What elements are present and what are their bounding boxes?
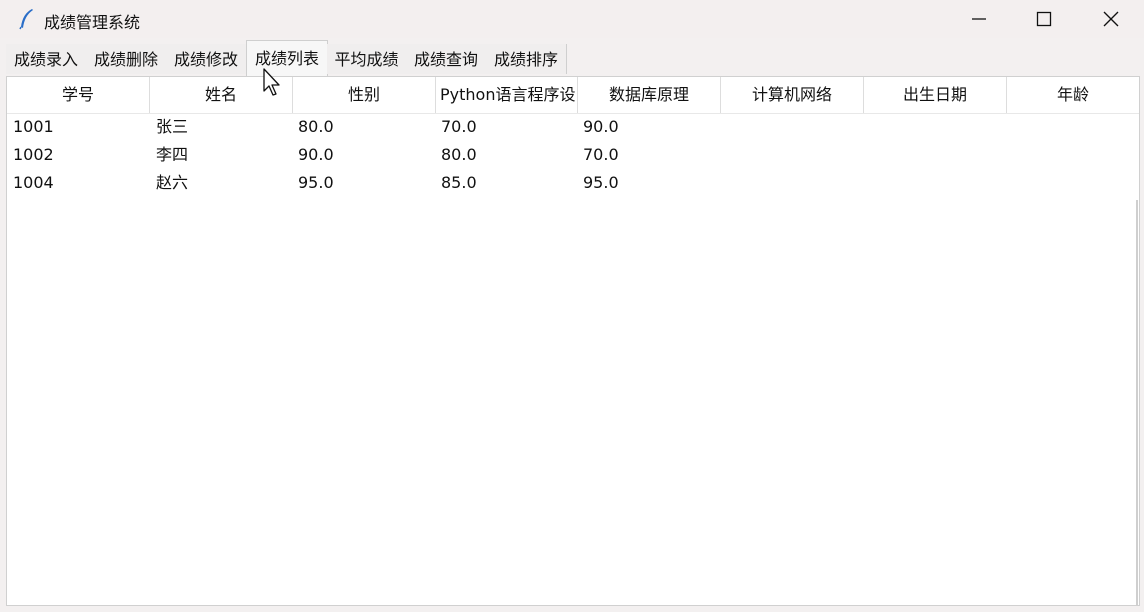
cell-python: 85.0 (441, 173, 477, 192)
tab-entry[interactable]: 成绩录入 (6, 44, 87, 74)
tab-delete[interactable]: 成绩删除 (86, 44, 167, 74)
column-header-network[interactable]: 计算机网络 (721, 77, 864, 113)
cell-database: 95.0 (583, 173, 619, 192)
column-header-student-id[interactable]: 学号 (7, 77, 150, 113)
vertical-scrollbar[interactable] (1136, 200, 1138, 606)
close-icon (1103, 11, 1119, 27)
minimize-button[interactable] (946, 0, 1012, 38)
tab-average[interactable]: 平均成绩 (327, 44, 407, 74)
cell-gender: 90.0 (298, 145, 334, 164)
tab-sort[interactable]: 成绩排序 (486, 44, 567, 74)
column-header-birthdate[interactable]: 出生日期 (864, 77, 1007, 113)
maximize-button[interactable] (1011, 0, 1077, 38)
close-button[interactable] (1078, 0, 1144, 38)
cell-python: 70.0 (441, 117, 477, 136)
tab-bar: 成绩录入 成绩删除 成绩修改 成绩列表 平均成绩 成绩查询 成绩排序 (6, 40, 1140, 76)
feather-icon (19, 9, 33, 30)
table-row[interactable]: 1004 赵六 95.0 85.0 95.0 (7, 169, 1139, 197)
tab-modify[interactable]: 成绩修改 (166, 44, 247, 74)
cell-database: 70.0 (583, 145, 619, 164)
minimize-icon (972, 18, 986, 20)
score-list-panel: 学号 姓名 性别 Python语言程序设 数据库原理 计算机网络 出生日期 年龄… (6, 76, 1140, 606)
table-row[interactable]: 1001 张三 80.0 70.0 90.0 (7, 113, 1139, 141)
tab-query[interactable]: 成绩查询 (406, 44, 487, 74)
cell-student-id: 1004 (13, 173, 54, 192)
mouse-cursor-icon (263, 68, 280, 96)
cell-student-id: 1002 (13, 145, 54, 164)
cell-gender: 95.0 (298, 173, 334, 192)
cell-database: 90.0 (583, 117, 619, 136)
table-row[interactable]: 1002 李四 90.0 80.0 70.0 (7, 141, 1139, 169)
column-header-python[interactable]: Python语言程序设 (436, 77, 578, 113)
tab-list[interactable]: 成绩列表 (246, 40, 328, 76)
title-bar: 成绩管理系统 (0, 0, 1144, 38)
window-title: 成绩管理系统 (44, 13, 141, 32)
maximize-icon (1036, 11, 1052, 27)
cell-name: 李四 (156, 145, 189, 164)
column-header-database[interactable]: 数据库原理 (578, 77, 721, 113)
cell-student-id: 1001 (13, 117, 54, 136)
cell-gender: 80.0 (298, 117, 334, 136)
column-header-age[interactable]: 年龄 (1007, 77, 1139, 113)
table-header: 学号 姓名 性别 Python语言程序设 数据库原理 计算机网络 出生日期 年龄 (7, 77, 1139, 114)
column-header-gender[interactable]: 性别 (293, 77, 436, 113)
cell-name: 赵六 (156, 173, 189, 192)
cell-python: 80.0 (441, 145, 477, 164)
cell-name: 张三 (156, 117, 189, 136)
